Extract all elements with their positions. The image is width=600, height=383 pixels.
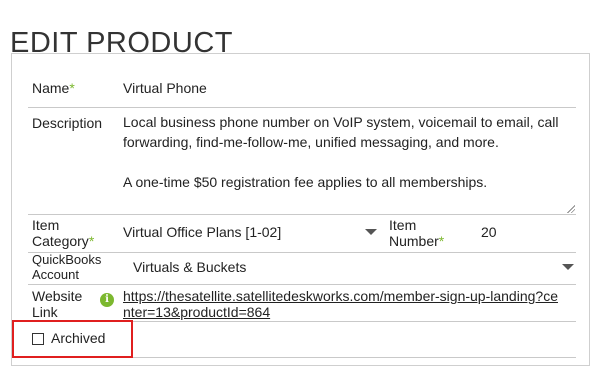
required-asterisk: * (438, 233, 445, 249)
name-row: Name* Virtual Phone (28, 70, 576, 108)
description-paragraph: A one-time $50 registration fee applies … (123, 174, 488, 190)
item-number-input[interactable]: 20 (481, 224, 497, 240)
quickbooks-account-label: QuickBooks Account (32, 252, 102, 282)
item-category-label: Item Category* (32, 217, 95, 249)
item-category-select[interactable]: Virtual Office Plans [1-02] (123, 224, 377, 242)
item-number-label: Item Number* (389, 217, 445, 249)
website-link-label: Website Link (32, 288, 83, 320)
description-paragraph: Local business phone number on VoIP syst… (123, 114, 559, 150)
description-textarea[interactable]: Local business phone number on VoIP syst… (123, 107, 576, 214)
resize-handle-icon[interactable] (567, 205, 575, 213)
required-asterisk: * (88, 233, 95, 249)
name-input[interactable]: Virtual Phone (123, 80, 207, 96)
dropdown-caret-icon (562, 264, 574, 270)
info-icon[interactable]: i (100, 293, 114, 307)
description-label: Description (32, 115, 103, 131)
website-link[interactable]: https://thesatellite.satellitedeskworks.… (123, 288, 563, 320)
category-row: Item Category* Virtual Office Plans [1-02… (28, 214, 576, 253)
name-label: Name* (32, 80, 75, 96)
item-category-value: Virtual Office Plans [1-02] (123, 224, 282, 240)
dropdown-caret-icon (365, 229, 377, 235)
required-asterisk: * (69, 80, 75, 96)
quickbooks-account-value: Virtuals & Buckets (133, 259, 247, 275)
quickbooks-account-select[interactable]: Virtuals & Buckets (133, 259, 576, 277)
description-row: Description Local business phone number … (28, 107, 576, 215)
archived-highlight-box (12, 320, 133, 358)
quickbooks-row: QuickBooks Account Virtuals & Buckets (28, 252, 576, 285)
website-link-row: Website Link i https://thesatellite.satel… (28, 284, 576, 322)
